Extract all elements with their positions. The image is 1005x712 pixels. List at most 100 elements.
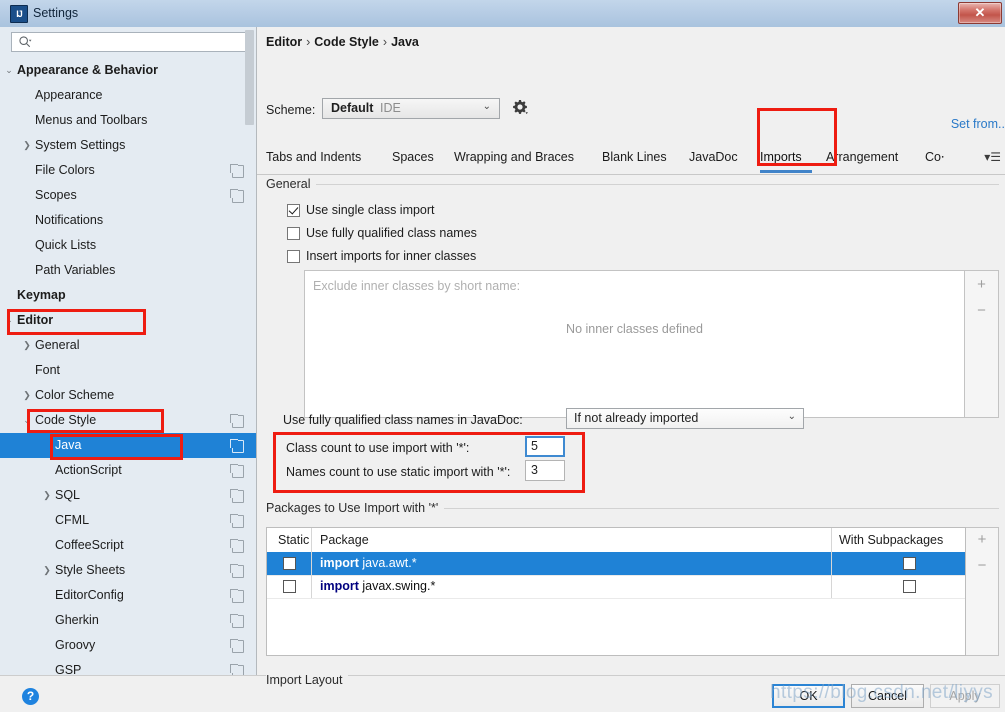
use-fully-qualified-class-names-checkbox[interactable] (287, 227, 300, 240)
search-input[interactable] (11, 32, 249, 52)
copy-scheme-icon[interactable] (230, 464, 244, 478)
tab-wrapping-and-braces[interactable]: Wrapping and Braces (454, 142, 588, 173)
sidebar-item-font[interactable]: Font (0, 358, 256, 383)
copy-scheme-icon[interactable] (230, 439, 244, 453)
tab-imports[interactable]: Imports (760, 142, 812, 173)
close-icon[interactable]: ✕ (958, 2, 1002, 24)
sidebar-item-label: ActionScript (55, 463, 122, 477)
sidebar-item-gherkin[interactable]: Gherkin (0, 608, 256, 633)
breadcrumb-part-codestyle: Code Style (314, 35, 379, 49)
copy-scheme-icon[interactable] (230, 414, 244, 428)
tab-co[interactable]: Co⸱ (925, 142, 951, 173)
tab-spaces[interactable]: Spaces (392, 142, 440, 173)
javadoc-fq-dropdown[interactable]: If not already imported ⌄ (566, 408, 804, 429)
packages-section-title: Packages to Use Import with '*' (266, 501, 445, 515)
copy-scheme-icon[interactable] (230, 164, 244, 178)
sidebar-item-actionscript[interactable]: ActionScript (0, 458, 256, 483)
sidebar-item-system-settings[interactable]: ❯ System Settings (0, 133, 256, 158)
copy-scheme-icon[interactable] (230, 514, 244, 528)
sidebar-item-code-style[interactable]: ⌄ Code Style (0, 408, 256, 433)
sidebar-item-appearance-behavior[interactable]: ⌄ Appearance & Behavior (0, 58, 256, 83)
copy-scheme-icon[interactable] (230, 189, 244, 203)
sidebar-item-menus-and-toolbars[interactable]: Menus and Toolbars (0, 108, 256, 133)
code-style-tabs[interactable]: Co⸱ Arrangement Imports JavaDoc Blank Lines W… (257, 142, 1005, 175)
sidebar-item-quick-lists[interactable]: Quick Lists (0, 233, 256, 258)
sidebar-item-keymap[interactable]: Keymap (0, 283, 256, 308)
with-subpackages-checkbox[interactable] (903, 580, 916, 593)
chevron-down-icon[interactable]: ⌄ (21, 408, 33, 433)
sidebar-item-appearance[interactable]: Appearance (0, 83, 256, 108)
copy-scheme-icon[interactable] (230, 489, 244, 503)
sidebar-item-groovy[interactable]: Groovy (0, 633, 256, 658)
sidebar-item-notifications[interactable]: Notifications (0, 208, 256, 233)
table-row[interactable]: import java.awt.* (267, 552, 965, 576)
sidebar-item-label: Scopes (35, 188, 77, 202)
gear-icon[interactable] (510, 97, 530, 117)
search-field-wrapper (11, 32, 249, 52)
static-checkbox[interactable] (283, 557, 296, 570)
table-row[interactable]: import javax.swing.* (267, 575, 965, 599)
with-subpackages-checkbox[interactable] (903, 557, 916, 570)
sidebar-item-file-colors[interactable]: File Colors (0, 158, 256, 183)
exclude-list-toolbar: + − (965, 270, 999, 418)
packages-table[interactable]: Static Package With Subpackages import j… (266, 527, 966, 656)
sidebar-item-style-sheets[interactable]: ❯ Style Sheets (0, 558, 256, 583)
use-single-class-import-checkbox[interactable] (287, 204, 300, 217)
chevron-down-icon[interactable]: ⌄ (3, 308, 15, 333)
breadcrumb-separator: › (382, 35, 388, 49)
sidebar-item-editor[interactable]: ⌄ Editor (0, 308, 256, 333)
sidebar-item-label: Menus and Toolbars (35, 113, 148, 127)
add-exclusion-button[interactable]: + (965, 276, 998, 293)
sidebar-item-sql[interactable]: ❯ SQL (0, 483, 256, 508)
sidebar-item-label: File Colors (35, 163, 95, 177)
sidebar-item-label: Editor (17, 313, 54, 327)
tab-javadoc[interactable]: JavaDoc (689, 142, 743, 173)
scheme-dropdown[interactable]: Default IDE ⌄ (322, 98, 500, 119)
static-checkbox[interactable] (283, 580, 296, 593)
sidebar-item-java[interactable]: Java (0, 433, 256, 458)
copy-scheme-icon[interactable] (230, 589, 244, 603)
sidebar-scrollbar-thumb[interactable] (245, 30, 254, 125)
copy-scheme-icon[interactable] (230, 664, 244, 675)
chevron-right-icon[interactable]: ❯ (41, 483, 53, 508)
chevron-right-icon[interactable]: ❯ (21, 333, 33, 358)
add-package-button[interactable]: + (966, 531, 998, 548)
tab-tabs-and-indents[interactable]: Tabs and Indents (266, 142, 378, 173)
chevron-right-icon[interactable]: ❯ (21, 383, 33, 408)
sidebar-item-color-scheme[interactable]: ❯ Color Scheme (0, 383, 256, 408)
copy-scheme-icon[interactable] (230, 614, 244, 628)
chevron-right-icon[interactable]: ❯ (41, 558, 53, 583)
sidebar-item-path-variables[interactable]: Path Variables (0, 258, 256, 283)
tab-overflow-icon[interactable]: ▾☰ (984, 150, 1001, 164)
javadoc-fq-value: If not already imported (574, 411, 699, 425)
remove-exclusion-button[interactable]: − (965, 302, 998, 319)
tab-arrangement[interactable]: Arrangement (826, 142, 911, 173)
class-count-input[interactable]: 5 (525, 436, 565, 457)
sidebar-item-coffeescript[interactable]: CoffeeScript (0, 533, 256, 558)
help-icon[interactable]: ? (22, 688, 39, 705)
breadcrumb-separator: › (306, 35, 311, 49)
remove-package-button[interactable]: − (966, 557, 998, 574)
exclude-inner-classes-placeholder: Exclude inner classes by short name: (313, 279, 521, 293)
sidebar-item-editorconfig[interactable]: EditorConfig (0, 583, 256, 608)
static-count-input[interactable]: 3 (525, 460, 565, 481)
packages-section-divider (438, 508, 999, 509)
javadoc-fq-label: Use fully qualified class names in JavaD… (283, 413, 523, 427)
copy-scheme-icon[interactable] (230, 539, 244, 553)
set-from-link[interactable]: Set from.. (951, 117, 1005, 131)
tab-blank-lines[interactable]: Blank Lines (602, 142, 675, 173)
insert-imports-for-inner-classes-checkbox[interactable] (287, 250, 300, 263)
sidebar-item-scopes[interactable]: Scopes (0, 183, 256, 208)
exclude-inner-classes-list[interactable]: Exclude inner classes by short name: No … (304, 270, 965, 418)
chevron-right-icon[interactable]: ❯ (21, 133, 33, 158)
sidebar-item-gsp[interactable]: GSP (0, 658, 256, 675)
copy-scheme-icon[interactable] (230, 639, 244, 653)
chevron-down-icon: ⌄ (482, 101, 491, 112)
sidebar-item-general[interactable]: ❯ General (0, 333, 256, 358)
sidebar-item-label: Path Variables (35, 263, 116, 277)
copy-scheme-icon[interactable] (230, 564, 244, 578)
sidebar-item-cfml[interactable]: CFML (0, 508, 256, 533)
package-cell: import javax.swing.* (320, 579, 436, 593)
settings-tree[interactable]: ⌄ Appearance & Behavior Appearance Menus an… (0, 58, 256, 675)
chevron-down-icon[interactable]: ⌄ (3, 58, 15, 83)
